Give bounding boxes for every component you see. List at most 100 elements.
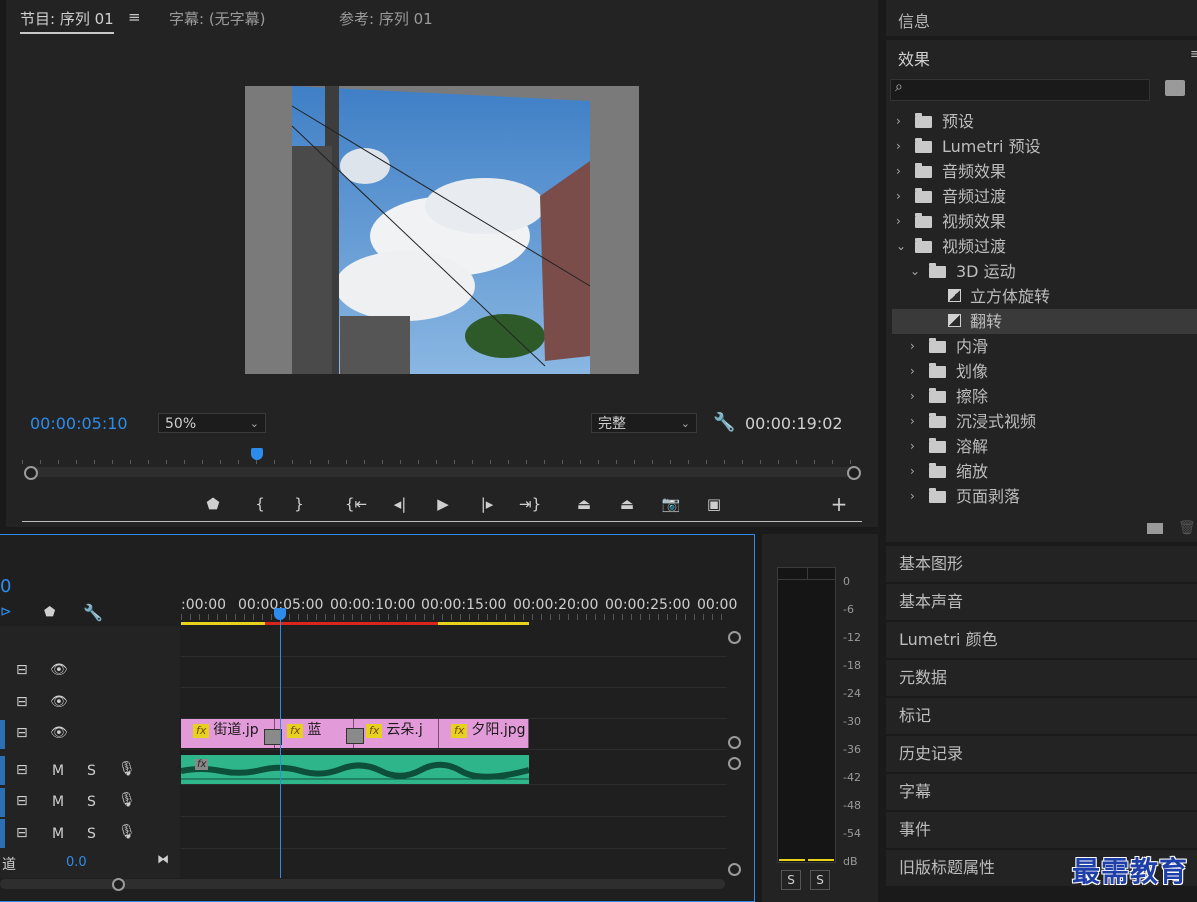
transition-marker-icon[interactable] — [346, 728, 364, 744]
tab-reference[interactable]: 参考: 序列 01 — [339, 8, 433, 29]
tree-item[interactable]: › 擦除 — [892, 384, 1197, 409]
add-marker-icon[interactable]: ⬟ — [202, 494, 224, 514]
microphone-icon[interactable]: 🎙 — [118, 792, 136, 808]
tree-item[interactable]: 翻转 — [892, 309, 1197, 334]
effects-menu-icon[interactable]: ≡ — [1190, 47, 1197, 62]
audio-clip[interactable]: fx — [181, 755, 529, 784]
wrench-icon[interactable]: 🔧 — [713, 412, 735, 433]
track-target-indicator[interactable] — [0, 788, 5, 817]
snap-icon[interactable]: ⊳ — [0, 604, 12, 620]
tree-item[interactable]: › 划像 — [892, 359, 1197, 384]
toggle-sync-icon[interactable]: ⊟ — [16, 825, 28, 841]
tree-item[interactable]: ⌄ 3D 运动 — [892, 259, 1197, 284]
chevron-right-icon[interactable]: › — [910, 334, 915, 359]
chevron-right-icon[interactable]: › — [910, 359, 915, 384]
solo-button[interactable]: S — [87, 763, 96, 779]
side-panel-tab[interactable]: 字幕 — [886, 774, 1197, 810]
zoom-dropdown[interactable]: 50% ⌄ — [158, 413, 266, 433]
chevron-right-icon[interactable]: › — [896, 134, 901, 159]
playhead-marker[interactable] — [251, 448, 263, 460]
timeline-playhead-marker[interactable] — [274, 608, 286, 620]
track-target-indicator[interactable] — [0, 756, 5, 785]
side-panel-tab[interactable]: 历史记录 — [886, 736, 1197, 772]
go-to-out-icon[interactable]: ⇥} — [519, 494, 541, 514]
hamburger-icon[interactable]: ≡ — [128, 8, 141, 26]
horizontal-scrollbar[interactable] — [0, 879, 725, 889]
chevron-right-icon[interactable]: › — [896, 184, 901, 209]
chevron-right-icon[interactable]: › — [910, 434, 915, 459]
scroll-handle-left[interactable] — [24, 466, 38, 480]
step-forward-icon[interactable]: |▸ — [476, 494, 498, 514]
video-clip[interactable]: fx 夕阳.jpg — [439, 719, 529, 748]
side-panel-tab[interactable]: 事件 — [886, 812, 1197, 848]
timeline-settings-icon[interactable]: 🔧 — [83, 603, 103, 622]
timeline-timecode[interactable]: 0 — [0, 576, 11, 597]
tree-item[interactable]: › 溶解 — [892, 434, 1197, 459]
eye-icon[interactable]: 👁 — [50, 694, 68, 710]
add-button-icon[interactable]: + — [828, 494, 850, 514]
tab-captions[interactable]: 字幕: (无字幕) — [169, 8, 266, 29]
side-panel-tab[interactable]: 标记 — [886, 698, 1197, 734]
solo-left-button[interactable]: S — [781, 870, 801, 890]
track-target-indicator[interactable] — [0, 720, 5, 749]
zoom-scrollbar[interactable] — [26, 467, 856, 477]
play-icon[interactable]: ▶ — [432, 494, 454, 514]
tree-item[interactable]: › 预设 — [892, 109, 1197, 134]
lift-icon[interactable]: ⏏ — [573, 494, 595, 514]
chevron-right-icon[interactable]: › — [910, 384, 915, 409]
search-input[interactable] — [890, 79, 1150, 101]
go-to-in-icon[interactable]: {⇤ — [345, 494, 367, 514]
current-timecode[interactable]: 00:00:05:10 — [30, 414, 128, 433]
compare-view-icon[interactable]: ▣ — [703, 494, 725, 514]
eye-icon[interactable]: 👁 — [50, 725, 68, 741]
mute-button[interactable]: M — [52, 763, 64, 779]
tree-item[interactable]: › 缩放 — [892, 459, 1197, 484]
extract-icon[interactable]: ⏏ — [616, 494, 638, 514]
new-folder-icon[interactable] — [1147, 523, 1163, 534]
microphone-icon[interactable]: 🎙 — [118, 761, 136, 777]
chevron-right-icon[interactable]: › — [896, 159, 901, 184]
toggle-sync-icon[interactable]: ⊟ — [16, 694, 28, 710]
marker-icon[interactable]: ⬟ — [44, 605, 55, 620]
video-frame[interactable] — [245, 86, 639, 374]
horizontal-scroll-handle[interactable] — [112, 878, 125, 891]
mark-in-icon[interactable]: { — [249, 494, 271, 514]
track-target-indicator[interactable] — [0, 819, 5, 848]
tree-item[interactable]: › 视频效果 — [892, 209, 1197, 234]
video-clip[interactable]: fx 云朵.j — [354, 719, 439, 748]
tab-program[interactable]: 节目: 序列 01 — [20, 8, 114, 34]
side-panel-tab[interactable]: 元数据 — [886, 660, 1197, 696]
toggle-sync-icon[interactable]: ⊟ — [16, 762, 28, 778]
tree-item[interactable]: › 页面剥落 — [892, 484, 1197, 509]
vertical-scroll-handle[interactable] — [728, 863, 741, 876]
chevron-right-icon[interactable]: › — [910, 409, 915, 434]
tree-item[interactable]: › Lumetri 预设 — [892, 134, 1197, 159]
mark-out-icon[interactable]: } — [288, 494, 310, 514]
chevron-right-icon[interactable]: › — [896, 109, 901, 134]
effects-title[interactable]: 效果 — [898, 46, 930, 70]
side-panel-tab[interactable]: 基本声音 — [886, 584, 1197, 620]
master-volume-value[interactable]: 0.0 — [66, 855, 87, 870]
solo-button[interactable]: S — [87, 794, 96, 810]
new-bin-icon[interactable] — [1165, 80, 1185, 96]
tab-info[interactable]: 信息 — [898, 8, 930, 32]
go-to-end-icon[interactable]: ⧓ — [157, 852, 169, 866]
vertical-scroll-handle[interactable] — [728, 736, 741, 749]
side-panel-tab[interactable]: 基本图形 — [886, 546, 1197, 582]
chevron-down-icon[interactable]: ⌄ — [910, 259, 920, 284]
solo-right-button[interactable]: S — [810, 870, 830, 890]
vertical-scroll-handle[interactable] — [728, 757, 741, 770]
toggle-sync-icon[interactable]: ⊟ — [16, 662, 28, 678]
chevron-right-icon[interactable]: › — [910, 484, 915, 509]
tree-item[interactable]: › 音频效果 — [892, 159, 1197, 184]
mute-button[interactable]: M — [52, 794, 64, 810]
trash-icon[interactable]: 🗑 — [1178, 520, 1196, 536]
eye-icon[interactable]: 👁 — [50, 662, 68, 678]
step-back-icon[interactable]: ◂| — [389, 494, 411, 514]
tree-item[interactable]: ⌄ 视频过渡 — [892, 234, 1197, 259]
toggle-sync-icon[interactable]: ⊟ — [16, 725, 28, 741]
tree-item[interactable]: › 内滑 — [892, 334, 1197, 359]
video-clip[interactable]: fx 蓝 — [275, 719, 354, 748]
mute-button[interactable]: M — [52, 826, 64, 842]
chevron-right-icon[interactable]: › — [910, 459, 915, 484]
